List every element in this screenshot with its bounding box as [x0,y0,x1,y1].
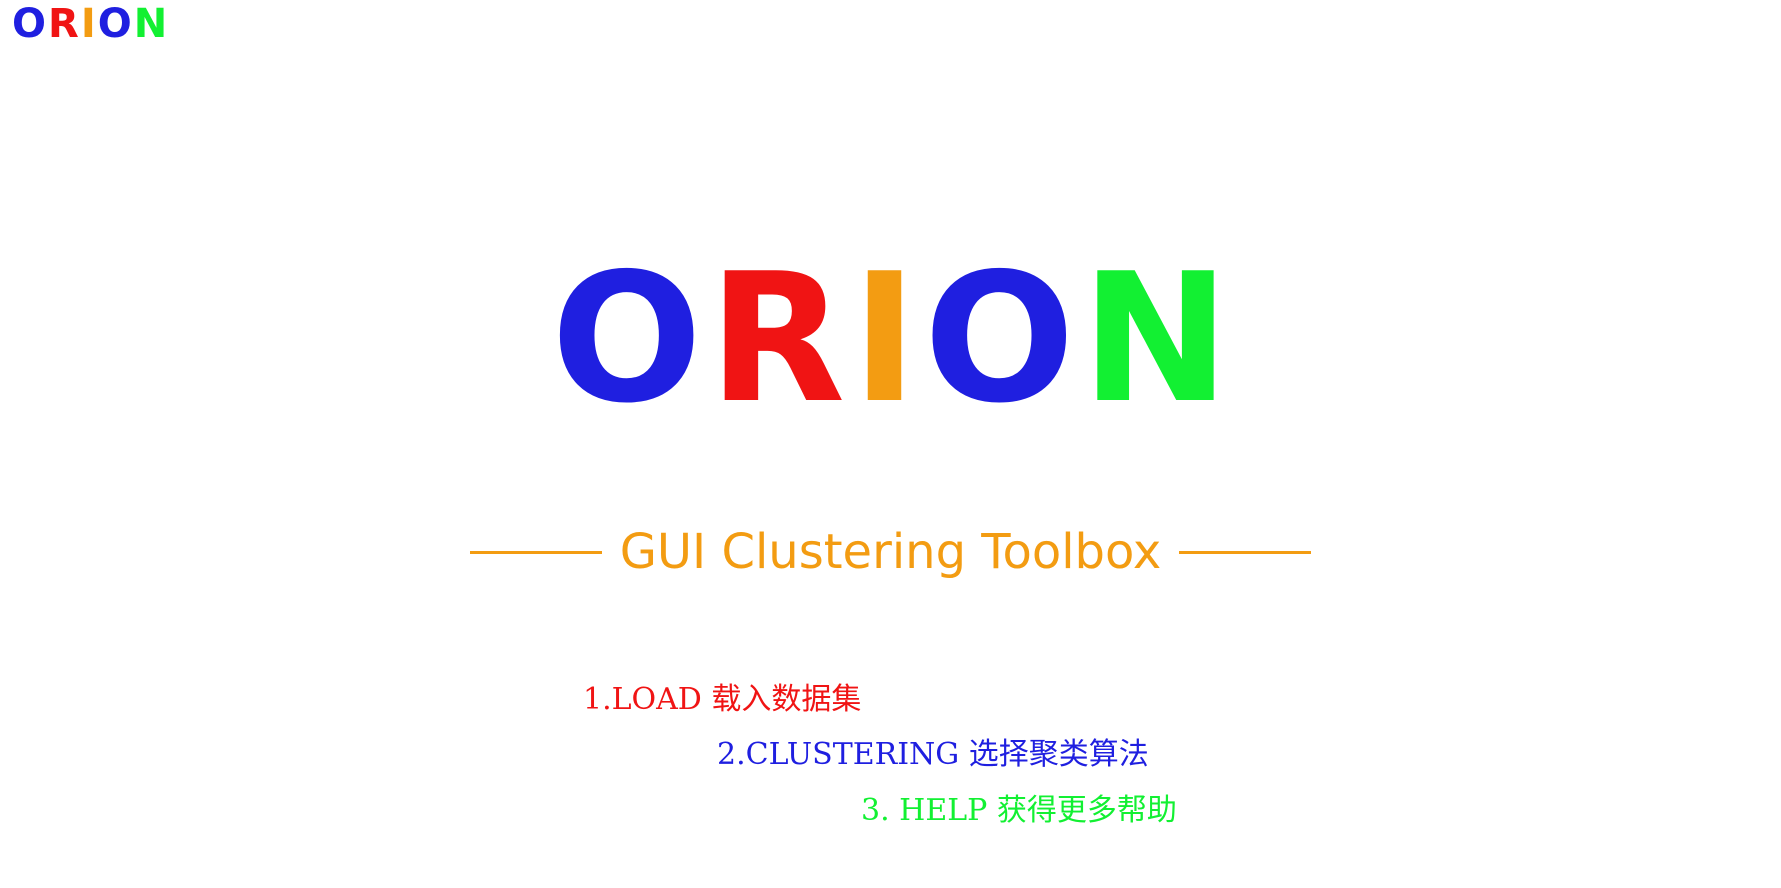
clustering-button[interactable]: 2.CLUSTERING 选择聚类算法 [717,740,1149,770]
logo-letter-o1: O [12,1,48,47]
hero-letter-o1: O [551,235,703,442]
hero-letter-i: I [851,235,918,442]
app-logo-hero: O R I O N [0,250,1781,428]
app-logo-small: O R I O N [12,4,168,44]
help-button[interactable]: 3. HELP 获得更多帮助 [861,796,1177,826]
logo-letter-n: N [133,1,169,47]
logo-letter-i: I [80,1,97,47]
hero-letter-n: N [1080,235,1230,442]
tagline-rule-right [1179,550,1312,554]
tagline-rule-left [469,550,602,554]
hero-letter-o2: O [923,235,1075,442]
load-dataset-button[interactable]: 1.LOAD 载入数据集 [583,685,861,715]
logo-letter-o2: O [97,1,133,47]
tagline-text: GUI Clustering Toolbox [619,524,1162,580]
hero-letter-r: R [708,235,846,442]
logo-letter-r: R [48,1,80,47]
tagline-row: GUI Clustering Toolbox [0,528,1781,576]
